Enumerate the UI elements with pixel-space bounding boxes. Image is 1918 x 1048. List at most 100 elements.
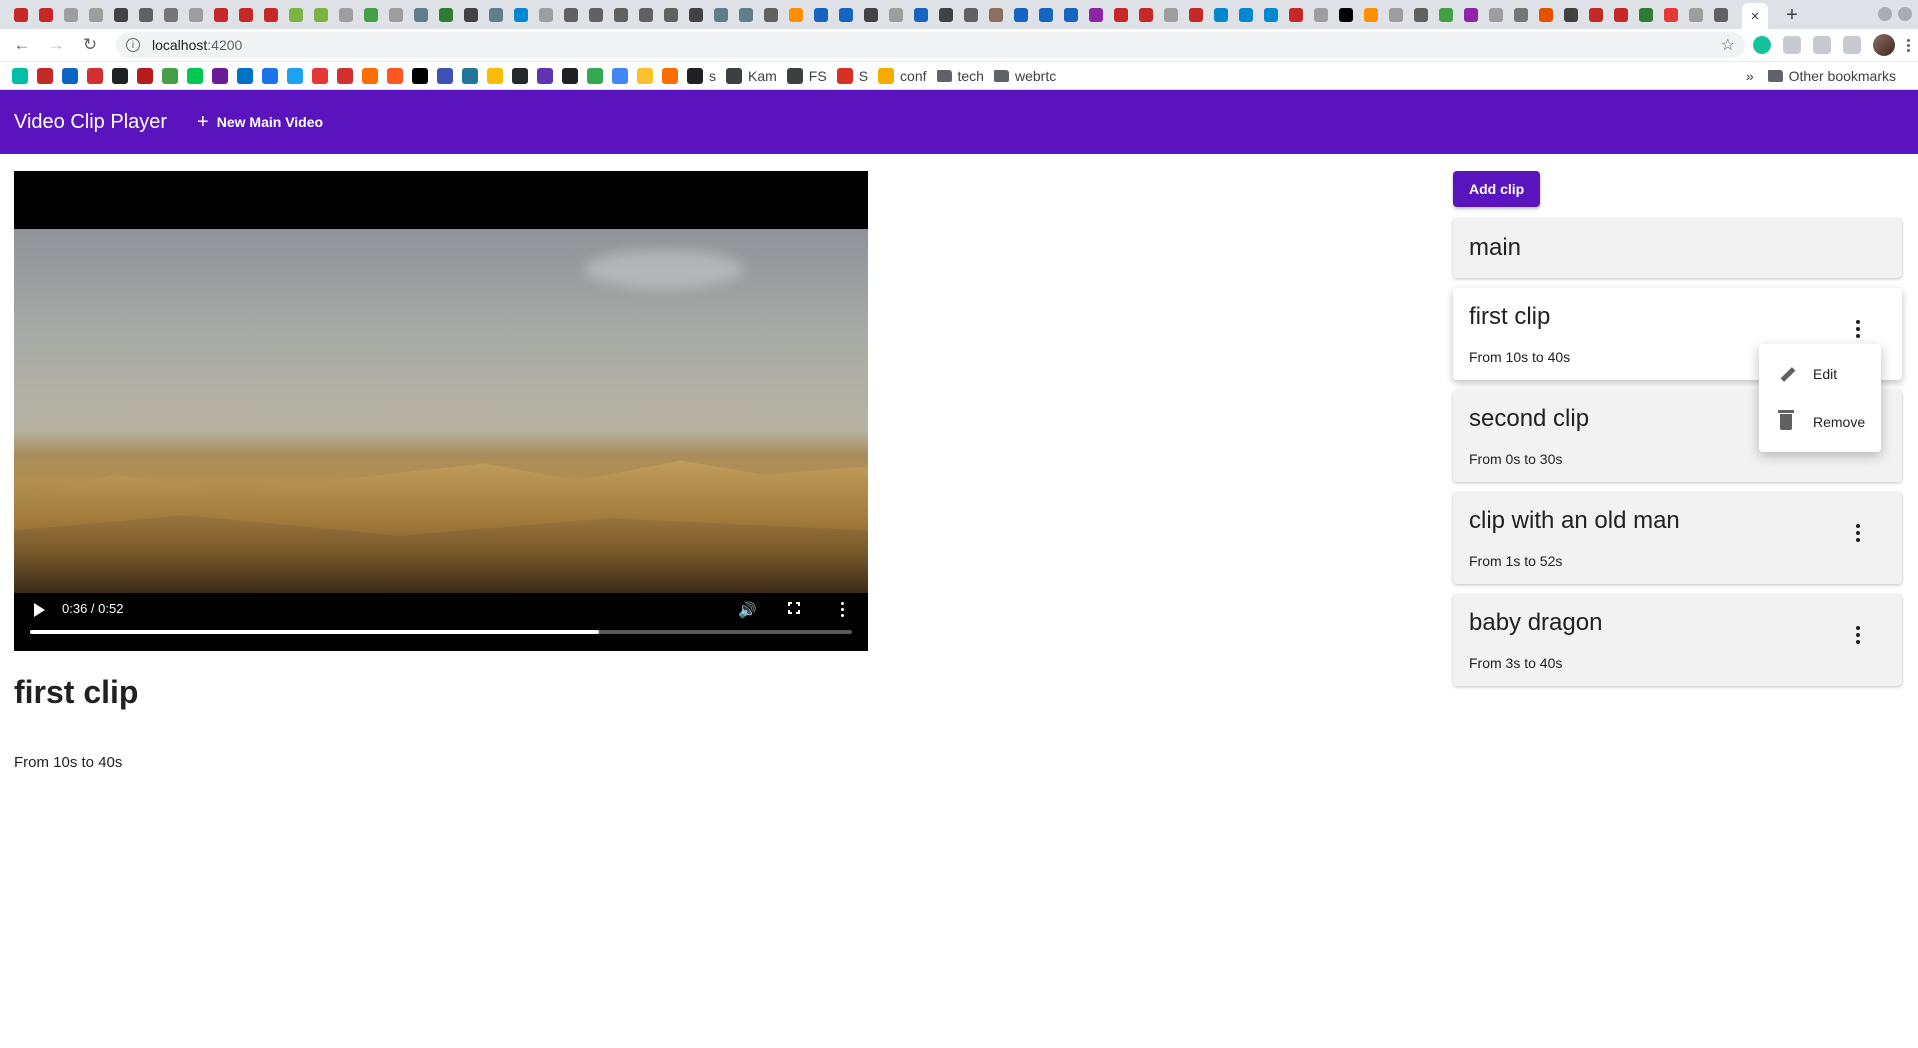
tab-favicon[interactable]: [664, 7, 678, 22]
tab-favicon[interactable]: [889, 7, 903, 22]
tab-favicon[interactable]: [564, 7, 578, 22]
bookmark-icon[interactable]: [562, 67, 578, 84]
video-progress-bar[interactable]: [30, 630, 852, 634]
bookmark-icon[interactable]: [437, 67, 453, 84]
tab-favicon[interactable]: [1664, 7, 1678, 22]
tab-favicon[interactable]: [389, 7, 403, 22]
clip-menu-icon[interactable]: [1850, 316, 1866, 342]
tab-favicon[interactable]: [1714, 7, 1728, 22]
tab-favicon[interactable]: [1264, 7, 1278, 22]
volume-icon[interactable]: 🔊: [738, 601, 757, 619]
tab-favicon[interactable]: [1214, 7, 1228, 22]
tab-favicon[interactable]: [139, 7, 153, 22]
bookmark-icon[interactable]: [537, 67, 553, 84]
tab-favicon[interactable]: [689, 7, 703, 22]
tab-favicon[interactable]: [789, 7, 803, 22]
clip-card[interactable]: clip with an old man From 1s to 52s: [1453, 492, 1902, 584]
tab-favicon[interactable]: [939, 7, 953, 22]
reload-button[interactable]: ↻: [76, 31, 104, 59]
tab-favicon[interactable]: [1689, 7, 1703, 22]
tab-favicon[interactable]: [239, 7, 253, 22]
tab-favicon[interactable]: [439, 7, 453, 22]
tab-favicon[interactable]: [614, 7, 628, 22]
bookmark-icon[interactable]: [412, 67, 428, 84]
address-bar[interactable]: i localhost:4200 ☆: [116, 32, 1745, 58]
bookmark-icon[interactable]: [387, 67, 403, 84]
puzzle-icon[interactable]: [1813, 36, 1831, 54]
tab-favicon[interactable]: [1364, 7, 1378, 22]
video-more-icon[interactable]: [841, 602, 844, 617]
bookmark-item[interactable]: S: [836, 67, 868, 84]
tab-favicon[interactable]: [414, 7, 428, 22]
extension-icon[interactable]: [1783, 36, 1801, 54]
tab-favicon[interactable]: [1564, 7, 1578, 22]
profile-avatar[interactable]: [1873, 34, 1895, 56]
tab-favicon[interactable]: [1114, 7, 1128, 22]
clip-card-main[interactable]: main: [1453, 218, 1902, 278]
tab-favicon[interactable]: [1414, 7, 1428, 22]
bookmark-icon[interactable]: [237, 67, 253, 84]
bookmark-star-icon[interactable]: ☆: [1721, 35, 1735, 55]
bookmark-icon[interactable]: [262, 67, 278, 84]
clip-menu-icon[interactable]: [1850, 622, 1866, 648]
tab-favicon[interactable]: [164, 7, 178, 22]
tab-favicon[interactable]: [1314, 7, 1328, 22]
bookmark-icon[interactable]: [487, 67, 503, 84]
browser-menu-icon[interactable]: [1907, 38, 1910, 52]
tab-favicon[interactable]: [1289, 7, 1303, 22]
video-player[interactable]: 0:36 / 0:52 🔊: [14, 171, 868, 651]
bookmark-icon[interactable]: [587, 67, 603, 84]
tab-close-icon[interactable]: ×: [1751, 8, 1760, 25]
tab-favicon[interactable]: [1239, 7, 1253, 22]
tab-favicon[interactable]: [1164, 7, 1178, 22]
bookmark-icon[interactable]: [162, 67, 178, 84]
tab-favicon[interactable]: [1339, 7, 1353, 22]
tab-favicon[interactable]: [839, 7, 853, 22]
tab-favicon[interactable]: [464, 7, 478, 22]
minimize-icon[interactable]: [1878, 7, 1892, 21]
tab-favicon[interactable]: [89, 7, 103, 22]
tab-favicon[interactable]: [539, 7, 553, 22]
clip-menu-icon[interactable]: [1850, 520, 1866, 546]
bookmark-icon[interactable]: [287, 67, 303, 84]
tab-favicon[interactable]: [14, 7, 28, 22]
bookmark-icon[interactable]: [337, 67, 353, 84]
tab-favicon[interactable]: [1039, 7, 1053, 22]
bookmark-icon[interactable]: [312, 67, 328, 84]
tab-favicon[interactable]: [589, 7, 603, 22]
tab-favicon[interactable]: [914, 7, 928, 22]
bookmarks-overflow-icon[interactable]: »: [1746, 68, 1754, 84]
bookmark-icon[interactable]: [12, 67, 28, 84]
bookmark-item[interactable]: webrtc: [993, 68, 1056, 84]
tab-favicon[interactable]: [764, 7, 778, 22]
tab-favicon[interactable]: [1589, 7, 1603, 22]
maximize-icon[interactable]: [1898, 7, 1912, 21]
other-bookmarks-folder[interactable]: Other bookmarks: [1767, 68, 1896, 84]
bookmark-icon[interactable]: [137, 67, 153, 84]
tab-favicon[interactable]: [1489, 7, 1503, 22]
bookmark-icon[interactable]: [37, 67, 53, 84]
clip-card[interactable]: baby dragon From 3s to 40s: [1453, 594, 1902, 686]
tab-favicon[interactable]: [1614, 7, 1628, 22]
bookmark-icon[interactable]: [212, 67, 228, 84]
tab-favicon[interactable]: [264, 7, 278, 22]
bookmark-icon[interactable]: [362, 67, 378, 84]
tab-favicon[interactable]: [1014, 7, 1028, 22]
tab-favicon[interactable]: [1064, 7, 1078, 22]
tab-favicon[interactable]: [314, 7, 328, 22]
forward-button[interactable]: →: [42, 31, 70, 59]
bookmark-item[interactable]: Kam: [726, 67, 777, 84]
reading-list-icon[interactable]: [1843, 36, 1861, 54]
add-clip-button[interactable]: Add clip: [1453, 171, 1541, 207]
tab-favicon[interactable]: [1139, 7, 1153, 22]
tab-favicon[interactable]: [114, 7, 128, 22]
tab-favicon[interactable]: [214, 7, 228, 22]
menu-item-remove[interactable]: Remove: [1759, 398, 1881, 446]
tab-favicon[interactable]: [1464, 7, 1478, 22]
bookmark-icon[interactable]: [187, 67, 203, 84]
play-icon[interactable]: [34, 603, 45, 617]
tab-favicon[interactable]: [964, 7, 978, 22]
bookmark-item[interactable]: tech: [936, 68, 984, 84]
bookmark-icon[interactable]: [462, 67, 478, 84]
active-tab[interactable]: ×: [1742, 3, 1768, 29]
